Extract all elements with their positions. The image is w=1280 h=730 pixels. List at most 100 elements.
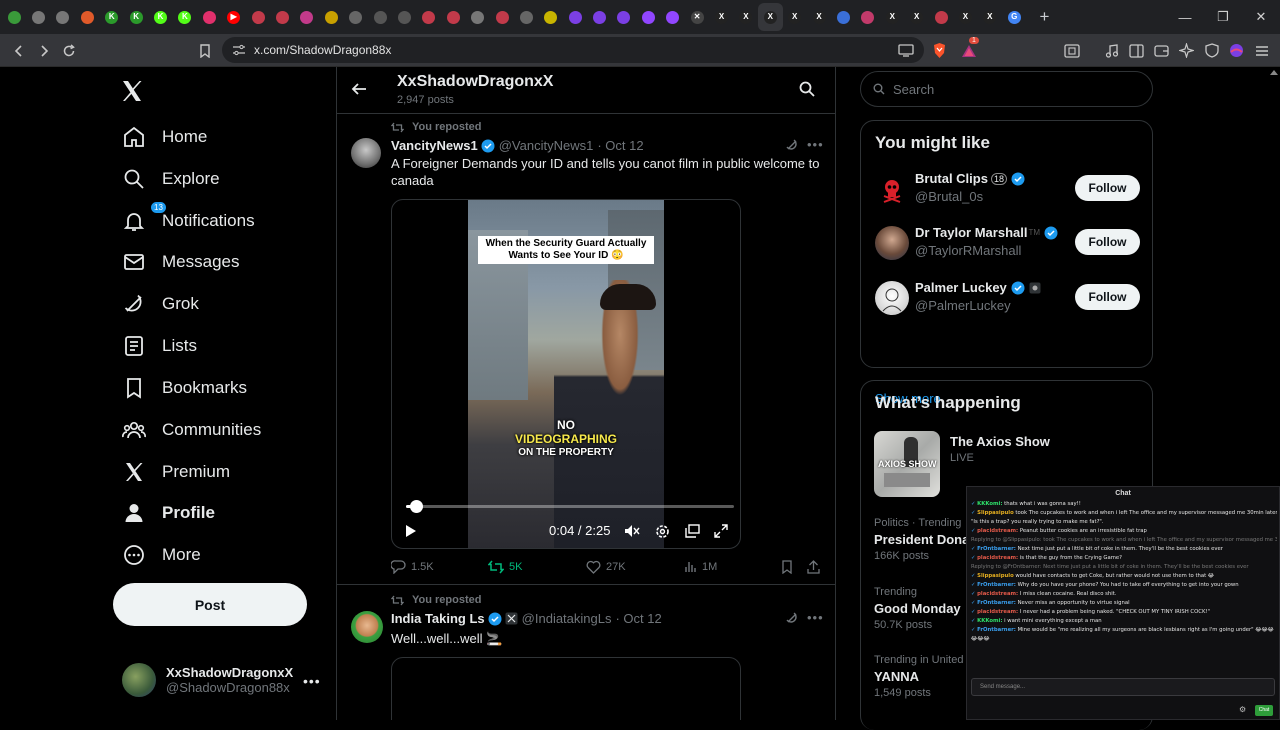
follow-button[interactable]: Follow [1075,175,1140,201]
brave-rewards-icon[interactable]: 1 [960,37,979,59]
browser-tab[interactable] [343,3,367,31]
repost-button[interactable]: 5K [488,560,522,574]
browser-tab[interactable]: X [758,3,783,31]
chat-username[interactable]: Replying to @FrOntbarner: Next time just… [971,564,1249,570]
browser-tab[interactable]: X [953,3,977,31]
browser-tab[interactable] [514,3,538,31]
fullscreen-icon[interactable] [712,522,730,540]
author-name[interactable]: VancityNews1 [391,138,478,153]
maximize-button[interactable]: ❐ [1204,0,1242,34]
search-input[interactable]: Search [860,71,1153,107]
browser-tab[interactable] [929,3,953,31]
x-logo-icon[interactable] [120,79,144,103]
chat-username[interactable]: Replying to @Slippasipulo: took The cupc… [971,537,1277,543]
browser-tab[interactable] [197,3,221,31]
browser-tab[interactable]: X [807,3,831,31]
mute-icon[interactable] [623,522,641,540]
author-handle[interactable]: @IndiatakingLs [522,611,612,626]
browser-tab[interactable]: G [1002,3,1026,31]
chat-username[interactable]: FrOntbarner: [977,600,1016,606]
vpn-icon[interactable] [1203,42,1220,59]
browser-tab[interactable]: K [100,3,124,31]
chat-username[interactable]: FrOntbarner: [977,582,1016,588]
nav-item-notifications[interactable]: 13 Notifications [122,201,255,236]
chat-username[interactable]: FrOntbarner: [977,546,1016,552]
browser-tab[interactable] [539,3,563,31]
chat-username[interactable]: Slippasipulo [977,510,1014,516]
nav-item-communities[interactable]: Communities [122,415,261,445]
scrollbar-up-arrow[interactable] [1270,70,1278,75]
browser-tab[interactable] [26,3,50,31]
nav-item-messages[interactable]: Messages [122,247,239,277]
chat-username[interactable]: Slippasipulo [977,573,1014,579]
live-thumbnail[interactable]: AXIOS SHOW [874,431,940,497]
address-bar[interactable]: x.com/ShadowDragon88x [222,37,924,63]
play-icon[interactable] [402,522,420,540]
chat-input[interactable]: Send message... [971,678,1275,696]
browser-tab[interactable] [270,3,294,31]
browser-tab[interactable] [856,3,880,31]
browser-tab[interactable] [75,3,99,31]
share-button[interactable] [807,560,825,574]
suggestion-item[interactable]: Palmer Luckey @PalmerLuckey Follow [875,278,1140,318]
browser-tab[interactable] [295,3,319,31]
search-icon[interactable] [799,81,815,97]
follow-button[interactable]: Follow [1075,229,1140,255]
nav-item-grok[interactable]: Grok [122,289,199,319]
author-handle[interactable]: @VancityNews1 [499,138,594,153]
suggestion-item[interactable]: Brutal Clips 18 @Brutal_0s Follow [875,169,1140,209]
nav-item-profile[interactable]: Profile [122,498,215,528]
post-button[interactable]: Post [113,583,307,626]
sidebar-toggle-icon[interactable] [1128,42,1145,59]
browser-tab[interactable] [490,3,514,31]
post-more-icon[interactable]: ••• [807,137,824,152]
back-arrow-icon[interactable] [351,81,367,97]
browser-tab[interactable] [636,3,660,31]
browser-tab[interactable]: X [904,3,928,31]
trend-item[interactable]: Trending Good Monday 50.7K posts [874,586,961,631]
post-date[interactable]: · Oct 12 [615,611,661,626]
chat-username[interactable]: FrOntbarner: [977,627,1016,633]
new-tab-button[interactable]: + [1030,7,1058,27]
like-button[interactable]: 27K [586,560,626,574]
browser-tab[interactable]: X [734,3,758,31]
browser-tab[interactable] [465,3,489,31]
settings-gear-icon[interactable] [653,522,671,540]
post-media[interactable] [391,657,741,720]
seek-handle[interactable] [409,500,423,513]
chat-username[interactable]: KKKomi: [977,618,1002,624]
browser-tab[interactable]: K [148,3,172,31]
account-switcher[interactable]: XxShadowDragonxX @ShadowDragon88x [122,663,293,697]
video-seek-bar[interactable] [406,500,734,513]
picture-in-picture-icon[interactable] [683,522,701,540]
reload-button[interactable] [56,38,81,63]
close-window-button[interactable]: ✕ [1242,0,1280,34]
browser-menu-icon[interactable] [1253,42,1270,59]
forward-button[interactable] [31,38,56,63]
browser-tab[interactable] [587,3,611,31]
browser-tab[interactable]: K [124,3,148,31]
nav-item-more[interactable]: More [122,540,201,570]
browser-tab[interactable] [563,3,587,31]
follow-button[interactable]: Follow [1075,284,1140,310]
grok-icon[interactable] [785,611,799,625]
views-button[interactable]: 1M [684,560,717,573]
browser-tab[interactable] [319,3,343,31]
back-button[interactable] [6,38,31,63]
nav-item-lists[interactable]: Lists [122,331,197,361]
bookmark-button[interactable] [781,560,798,574]
brave-shields-icon[interactable] [931,42,948,59]
browser-tab[interactable]: X [709,3,733,31]
browser-tab[interactable] [392,3,416,31]
chat-username[interactable]: KKKomi: [977,501,1002,507]
live-title[interactable]: The Axios Show [950,434,1050,449]
nav-item-home[interactable]: Home [122,122,207,152]
browser-tab[interactable]: X [783,3,807,31]
browser-tab[interactable] [51,3,75,31]
chat-settings-icon[interactable]: ⚙ [1239,705,1246,714]
browser-tab[interactable]: ▶ [222,3,246,31]
grok-icon[interactable] [785,138,799,152]
bookmark-page-icon[interactable] [196,42,213,59]
brave-profile-icon[interactable] [1228,42,1245,59]
browser-tab[interactable] [2,3,26,31]
